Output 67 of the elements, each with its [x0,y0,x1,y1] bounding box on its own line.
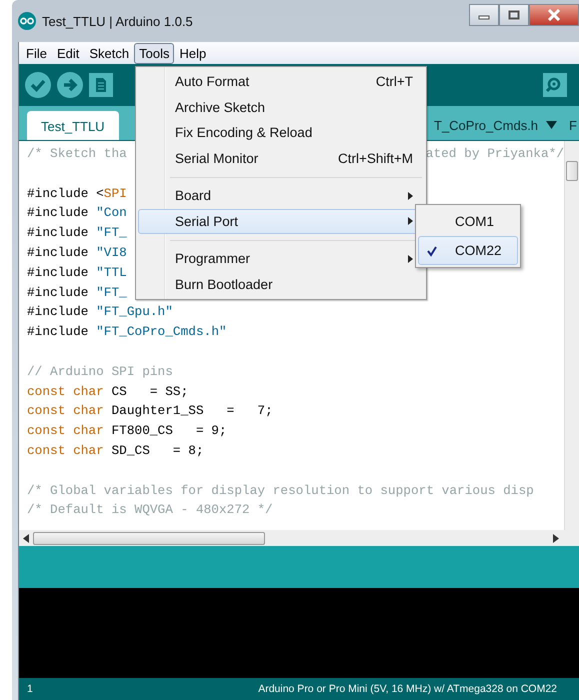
code-text: "FT_Gpu.h" [96,304,173,320]
window-title: Test_TTLU | Arduino 1.0.5 [42,14,193,28]
submenu-arrow-icon [408,217,413,226]
minimize-button[interactable] [469,4,499,26]
maximize-button[interactable] [499,4,529,26]
code-text: #include [27,324,90,340]
close-button[interactable] [529,4,579,26]
code-text: "FT_ [96,225,127,240]
line-number: 1 [27,683,33,695]
code-text: /* Sketch tha [27,146,127,161]
menu-item[interactable]: Fix Encoding & Reload [138,120,424,146]
menu-item[interactable]: Serial Monitor Ctrl+Shift+M [138,146,424,171]
code-text: /* Default is WQVGA - 480x272 */ [27,502,273,518]
code-text: SPI [104,186,127,201]
code-text: #include [27,304,90,320]
arduino-logo-icon [18,12,36,30]
menu-item[interactable]: Help [174,42,212,64]
menu-item[interactable]: Auto Format Ctrl+T [138,69,424,94]
scroll-right-icon[interactable] [553,534,559,542]
code-text: "TTL [96,264,127,280]
menu-item[interactable]: Burn Bootloader [138,272,424,297]
code-text: /* Global variables for display resolution to support various disp [27,482,534,498]
scroll-left-icon[interactable] [23,534,29,542]
code-text: // Arduino SPI pins [27,364,173,379]
code-text: Daughter1_SS = 7; [110,403,273,418]
code-text: "FT_ [96,284,127,300]
code-text: #include [27,205,90,220]
code-text: ated by Priyanka*/ [426,146,564,161]
close-icon [547,9,561,21]
menu-item[interactable]: Archive Sketch [138,94,424,120]
code-text: const char [27,423,104,438]
code-text: SD_CS = 8; [110,442,204,458]
code-text: #include [27,284,90,300]
menu-item[interactable]: File [21,42,52,64]
code-text: const char [27,442,104,458]
horizontal-scrollbar[interactable] [19,530,579,546]
vertical-scrollbar[interactable] [564,141,579,530]
file-tab[interactable]: T_CoPro_Cmds.h [432,112,540,140]
submenu-arrow-icon [408,254,413,263]
menu-item[interactable]: Tools [134,42,174,64]
shortcut-text: Ctrl+Shift+M [338,150,413,166]
code-text: #include [27,264,90,280]
file-tab[interactable]: Test_TTLU [27,111,119,140]
code-text: "Con [96,205,127,220]
maximize-icon [508,10,520,20]
file-tab[interactable]: F [567,112,579,140]
new-button[interactable] [89,73,113,97]
menu-item[interactable]: Sketch [84,42,134,64]
upload-button[interactable] [57,72,83,98]
code-text: #include [27,244,90,260]
code-text: "VI8 [96,244,127,260]
menu-item[interactable]: Edit [52,42,84,64]
code-text: FT800_CS = 9; [110,423,227,438]
code-text: CS = SS; [110,384,188,399]
code-text: #include < [27,186,104,201]
caret-icon[interactable] [546,121,558,129]
shortcut-text: Ctrl+T [376,74,413,90]
board-info: Arduino Pro or Pro Mini (5V, 16 MHz) w/ ATmega328 on COM22 [258,683,557,695]
code-text: "FT_CoPro_Cmds.h" [96,324,227,340]
menu-item[interactable]: Board [138,183,424,208]
code-text: const char [27,384,104,399]
submenu-arrow-icon [408,192,413,200]
code-text: #include [27,225,90,240]
verify-button[interactable] [25,72,51,98]
serial-monitor-button[interactable] [543,73,567,97]
menu-item[interactable]: COM22 [418,236,518,265]
code-text: const char [27,403,104,418]
